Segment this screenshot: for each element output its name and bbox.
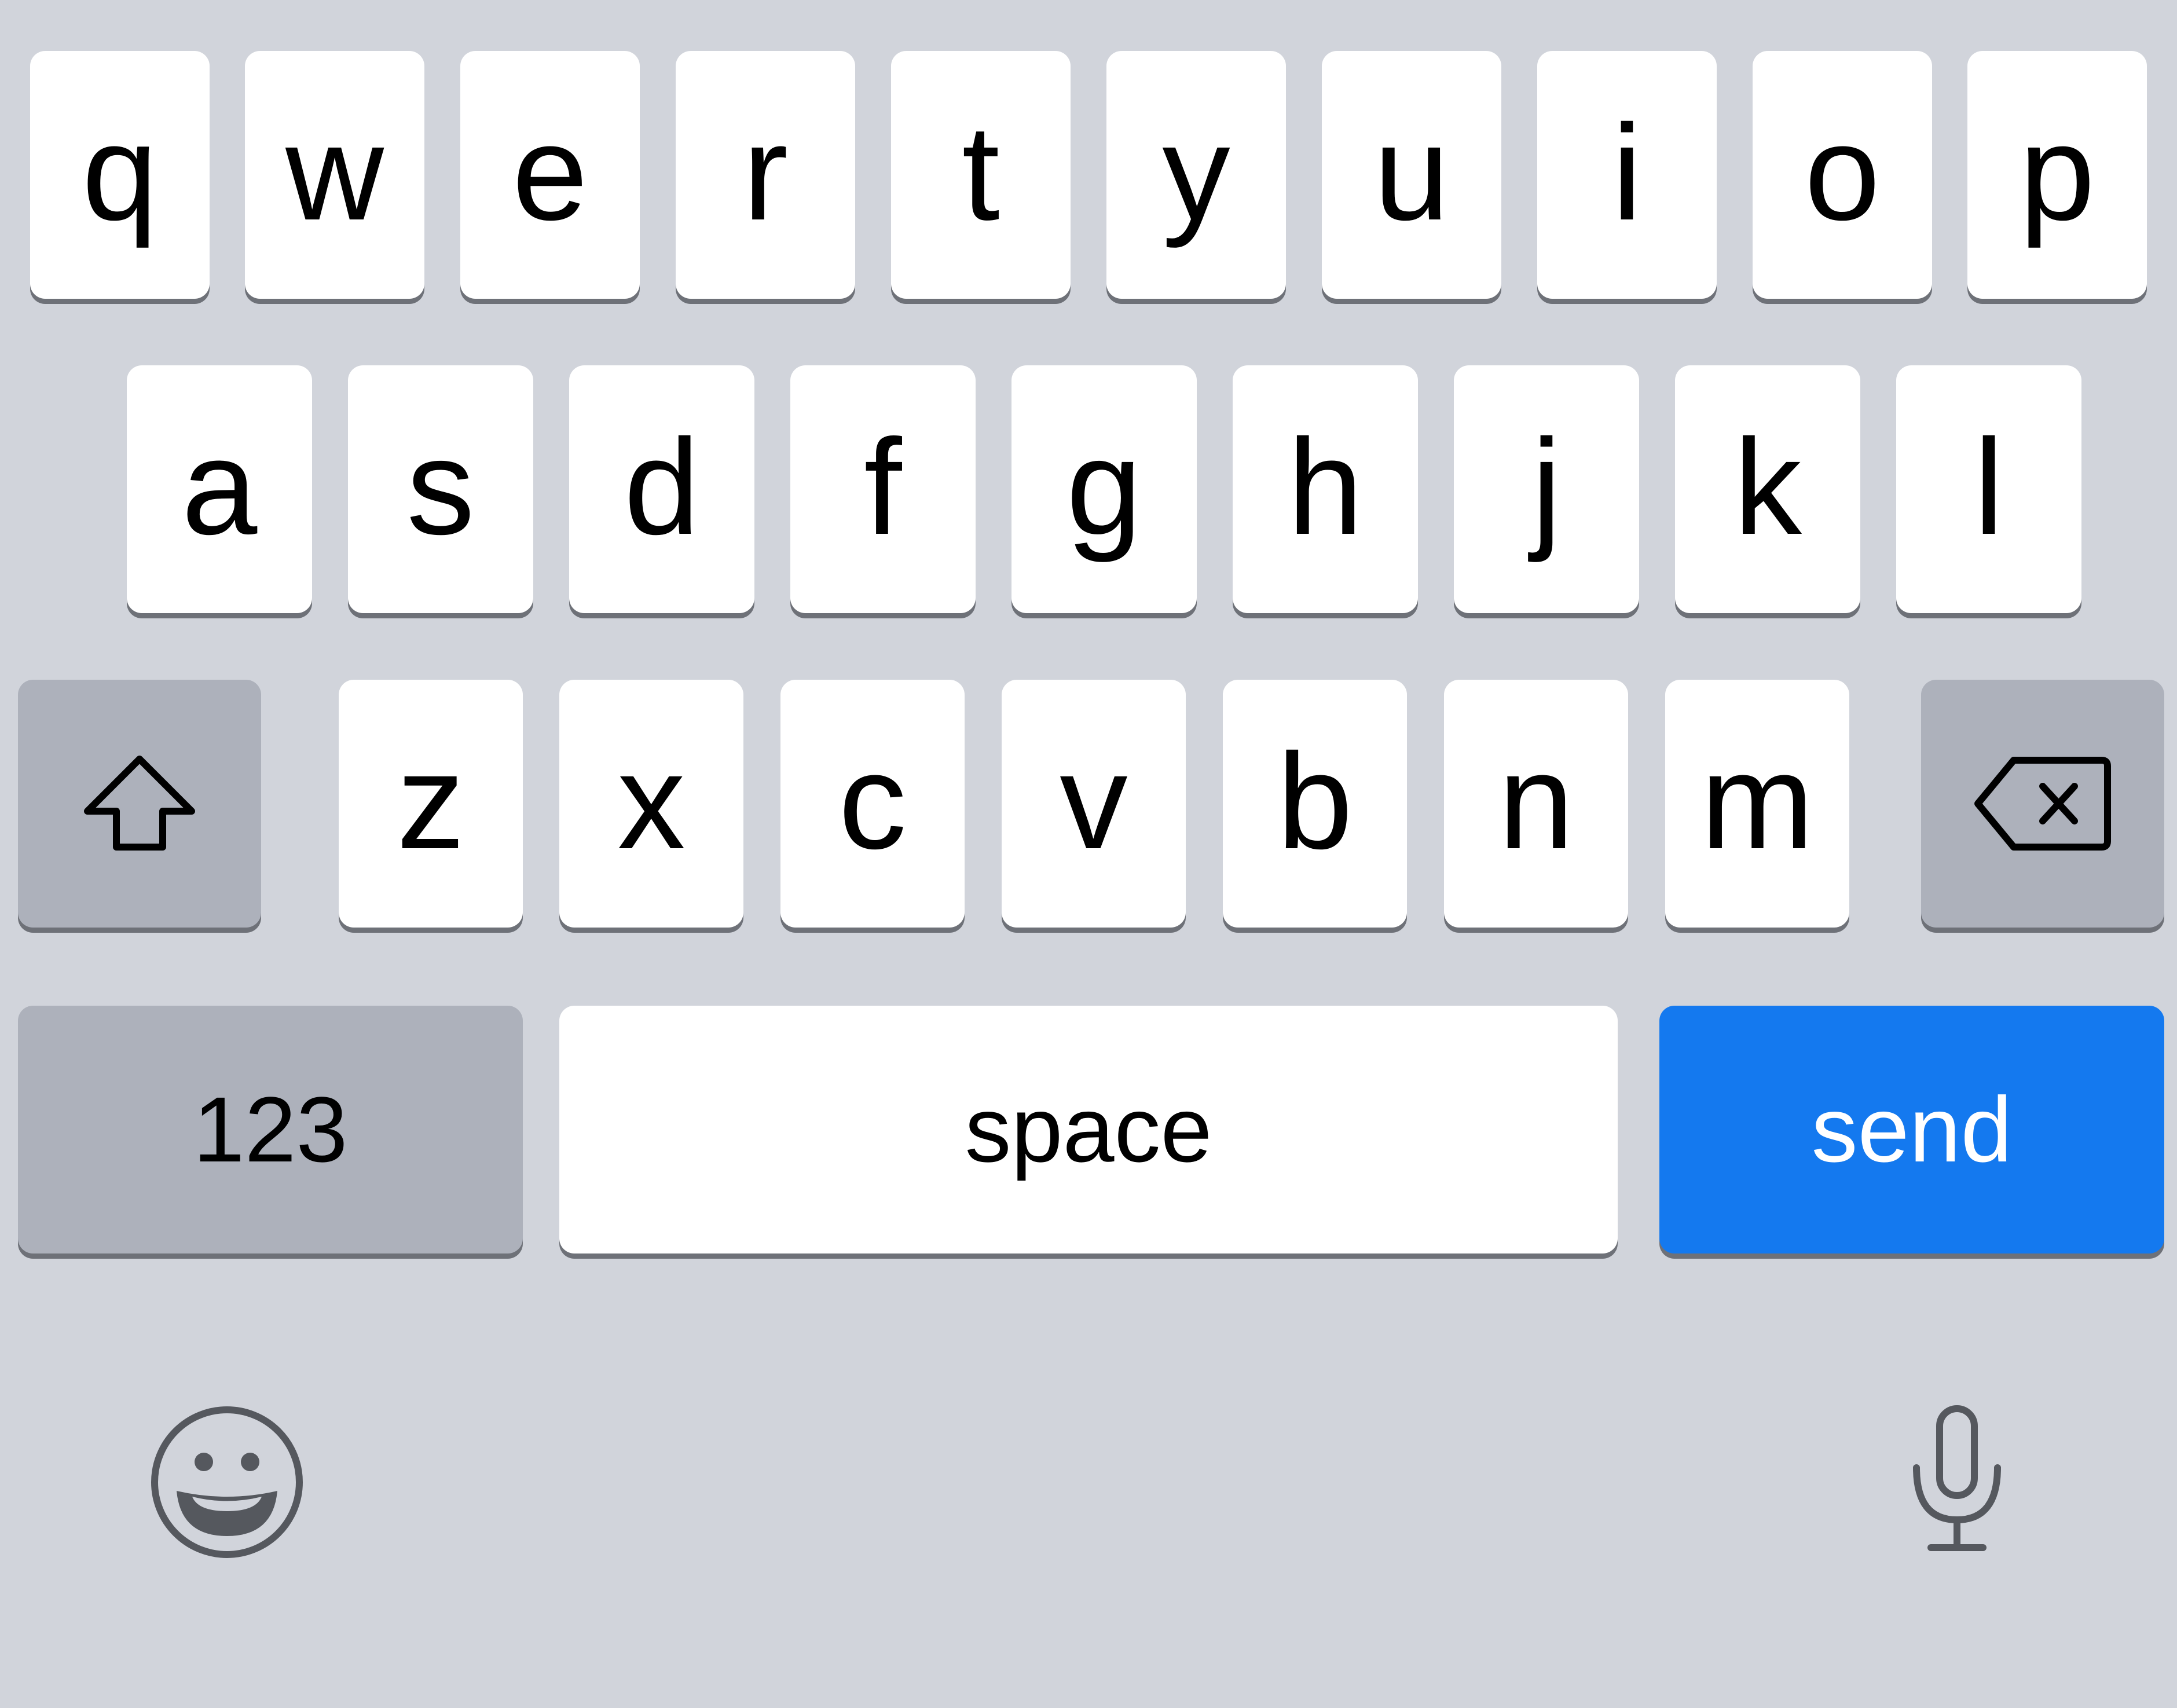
key-q[interactable]: q — [30, 51, 210, 299]
backspace-icon — [1973, 754, 2112, 853]
key-s[interactable]: s — [348, 365, 533, 613]
send-button[interactable]: send — [1659, 1006, 2164, 1253]
numbers-key-label: 123 — [193, 1077, 348, 1181]
key-label: l — [1973, 410, 2004, 563]
keyboard: q w e r t y u i o p a s d f g h j k l z … — [0, 0, 2177, 1708]
key-label: i — [1611, 96, 1643, 248]
key-a[interactable]: a — [127, 365, 312, 613]
key-m[interactable]: m — [1665, 680, 1849, 928]
key-label: h — [1287, 410, 1364, 563]
key-label: r — [742, 96, 789, 248]
key-r[interactable]: r — [676, 51, 855, 299]
key-label: k — [1733, 410, 1802, 563]
numbers-key[interactable]: 123 — [18, 1006, 523, 1253]
key-b[interactable]: b — [1223, 680, 1407, 928]
key-j[interactable]: j — [1454, 365, 1639, 613]
key-label: w — [285, 96, 384, 248]
key-d[interactable]: d — [569, 365, 754, 613]
key-y[interactable]: y — [1106, 51, 1286, 299]
key-o[interactable]: o — [1753, 51, 1932, 299]
shift-key[interactable] — [18, 680, 261, 928]
key-label: y — [1162, 96, 1230, 248]
key-label: v — [1060, 724, 1128, 877]
key-label: u — [1373, 96, 1450, 248]
key-w[interactable]: w — [245, 51, 424, 299]
key-label: z — [397, 724, 465, 877]
key-i[interactable]: i — [1537, 51, 1717, 299]
key-label: j — [1531, 410, 1562, 563]
key-g[interactable]: g — [1011, 365, 1197, 613]
key-t[interactable]: t — [891, 51, 1071, 299]
key-label: a — [181, 410, 258, 563]
key-label: t — [962, 96, 1000, 248]
key-label: e — [512, 96, 588, 248]
key-label: q — [82, 96, 158, 248]
key-h[interactable]: h — [1233, 365, 1418, 613]
key-u[interactable]: u — [1322, 51, 1501, 299]
shift-arrow-up-icon — [82, 754, 197, 853]
key-c[interactable]: c — [780, 680, 965, 928]
key-e[interactable]: e — [460, 51, 640, 299]
key-f[interactable]: f — [790, 365, 976, 613]
key-n[interactable]: n — [1444, 680, 1628, 928]
emoji-button[interactable] — [146, 1401, 308, 1563]
key-label: s — [406, 410, 475, 563]
key-label: p — [2019, 96, 2095, 248]
microphone-icon — [1908, 1404, 2006, 1555]
key-label: m — [1700, 724, 1814, 877]
key-label: f — [864, 410, 902, 563]
key-l[interactable]: l — [1896, 365, 2081, 613]
delete-key[interactable] — [1921, 680, 2164, 928]
key-label: g — [1066, 410, 1142, 563]
key-label: x — [617, 724, 686, 877]
key-label: b — [1277, 724, 1353, 877]
key-label: c — [838, 724, 907, 877]
smiley-face-icon — [149, 1404, 305, 1560]
key-label: o — [1804, 96, 1881, 248]
send-button-label: send — [1811, 1077, 2013, 1181]
dictation-button[interactable] — [1899, 1398, 2015, 1560]
key-label: n — [1498, 724, 1574, 877]
key-k[interactable]: k — [1675, 365, 1860, 613]
key-label: d — [624, 410, 700, 563]
key-x[interactable]: x — [559, 680, 743, 928]
space-key-label: space — [965, 1077, 1212, 1181]
key-p[interactable]: p — [1967, 51, 2147, 299]
key-z[interactable]: z — [339, 680, 523, 928]
key-v[interactable]: v — [1002, 680, 1186, 928]
space-key[interactable]: space — [559, 1006, 1618, 1253]
